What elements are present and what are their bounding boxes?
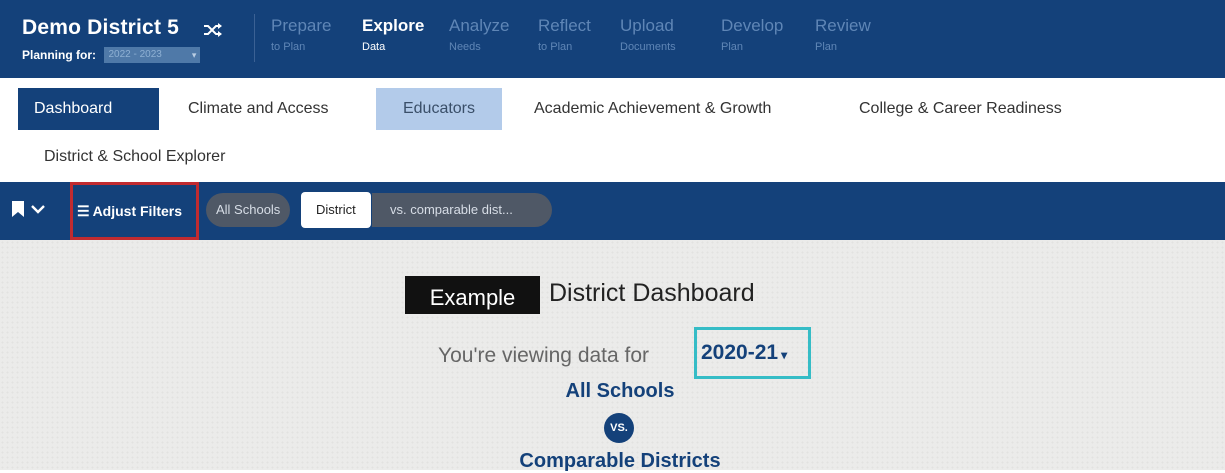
step-analyze[interactable]: Analyze Needs [449, 16, 509, 53]
step-explore[interactable]: Explore Data [362, 16, 424, 53]
adjust-filters-button[interactable]: ☰ Adjust Filters [70, 182, 199, 240]
step-sub: to Plan [271, 41, 306, 53]
tab-dashboard[interactable]: Dashboard [18, 88, 159, 130]
chevron-down-icon[interactable] [31, 204, 45, 214]
tab-educators[interactable]: Educators [376, 88, 502, 130]
step-label: Develop [721, 16, 784, 35]
step-label: Prepare [271, 16, 332, 35]
filter-pill-comparison[interactable]: vs. comparable dist... [372, 193, 552, 227]
step-label: Review [815, 16, 871, 35]
planning-year-select[interactable]: 2022 - 2023 ▾ [104, 46, 201, 63]
step-sub: Plan [815, 41, 838, 53]
bookmark-icon[interactable] [12, 201, 24, 217]
viewing-data-text: You're viewing data for [438, 344, 650, 367]
step-reflect[interactable]: Reflect to Plan [538, 16, 591, 53]
step-label: Analyze [449, 16, 510, 35]
chevron-down-icon: ▾ [191, 49, 197, 60]
planning-for: Planning for: 2022 - 2023 ▾ [22, 46, 201, 64]
step-label: Explore [362, 16, 425, 35]
filter-pill-all-schools[interactable]: All Schools [206, 193, 291, 227]
step-sub: Data [362, 41, 386, 53]
step-label: Upload [620, 16, 674, 35]
step-sub: Needs [449, 41, 481, 53]
header-divider [254, 14, 255, 62]
filter-pill-district[interactable]: District [301, 192, 371, 228]
tab-climate-and-access[interactable]: Climate and Access [172, 88, 345, 130]
page-title: District Dashboard [549, 279, 755, 307]
example-badge: Example [405, 276, 540, 314]
planning-label: Planning for: [22, 48, 96, 62]
menu-icon: ☰ [77, 203, 90, 219]
step-upload[interactable]: Upload Documents [620, 16, 676, 53]
brand: Demo District 5 Planning for: 2022 - 202… [22, 16, 222, 63]
step-label: Reflect [538, 16, 591, 35]
tab-college-career-readiness[interactable]: College & Career Readiness [843, 88, 1078, 130]
vs-badge: VS. [604, 413, 634, 443]
year-dropdown[interactable]: 2020-21 ▾ [694, 327, 811, 379]
dropdown-caret-icon: ▾ [781, 348, 788, 362]
filter-bar: ☰ Adjust Filters All Schools vs. comparab… [0, 182, 1225, 240]
dashboard-content: Example District Dashboard You're viewin… [0, 240, 1225, 472]
tab-academic-achievement[interactable]: Academic Achievement & Growth [518, 88, 787, 130]
section-tabs: Dashboard Climate and Access Educators A… [0, 78, 1225, 182]
planning-year-value: 2022 - 2023 [108, 48, 162, 60]
shuffle-icon[interactable] [202, 21, 224, 39]
step-review[interactable]: Review Plan [815, 16, 871, 53]
adjust-filters-label: Adjust Filters [92, 203, 183, 219]
comparison-group-a: All Schools [565, 380, 675, 402]
step-sub: to Plan [538, 41, 573, 53]
step-sub: Plan [721, 41, 744, 53]
step-develop[interactable]: Develop Plan [721, 16, 783, 53]
top-header: Demo District 5 Planning for: 2022 - 202… [0, 0, 1225, 78]
step-prepare[interactable]: Prepare to Plan [271, 16, 331, 53]
tab-district-school-explorer[interactable]: District & School Explorer [28, 136, 241, 178]
year-value: 2020-21 [701, 341, 779, 364]
step-sub: Documents [620, 41, 676, 53]
district-name: Demo District 5 [22, 16, 180, 39]
